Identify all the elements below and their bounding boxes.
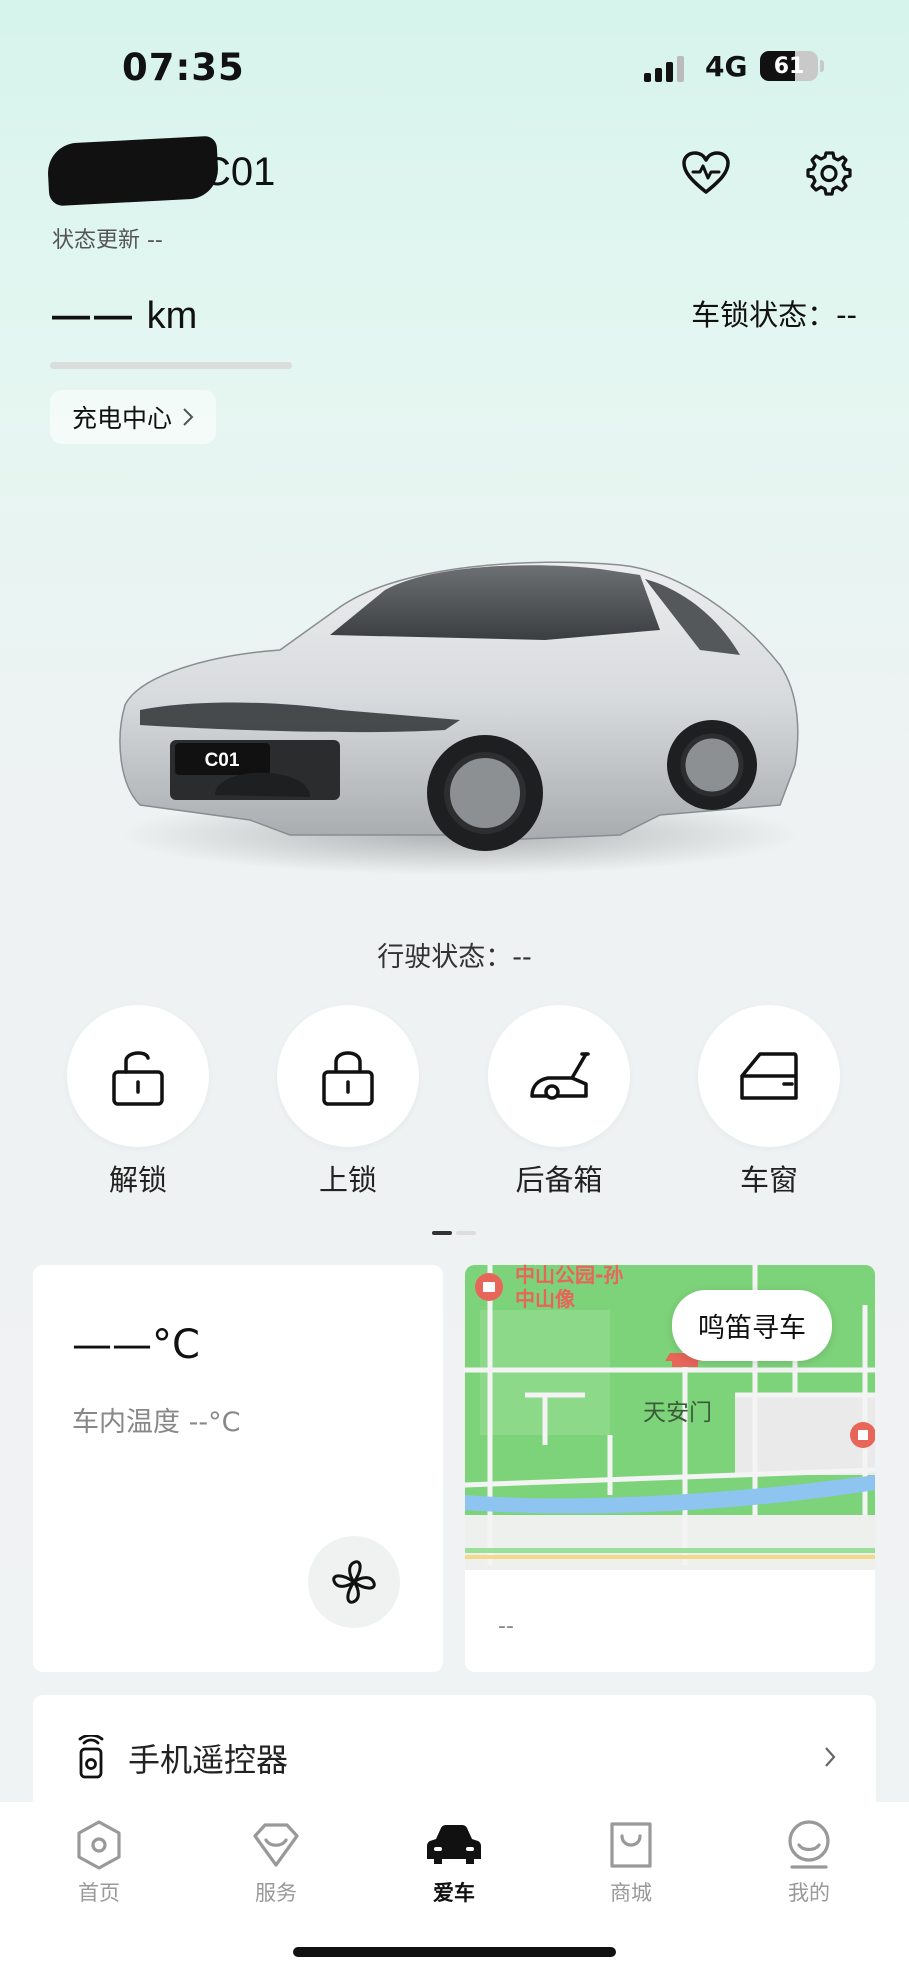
- inside-temperature: 车内温度 --°C: [72, 1407, 241, 1438]
- map-poi-label: 中山公园-孙 中山像: [515, 1263, 623, 1311]
- page-indicator: [432, 1231, 476, 1235]
- tab-profile[interactable]: 我的: [754, 1815, 864, 1907]
- drive-status: 行驶状态：--: [377, 942, 532, 973]
- window-circle: [698, 1005, 840, 1147]
- tab-service[interactable]: 服务: [221, 1815, 331, 1907]
- charge-center-label: 充电中心: [72, 404, 173, 433]
- chevron-right-icon: [825, 1747, 836, 1767]
- home-indicator[interactable]: [293, 1947, 616, 1957]
- remote-control-icon: [78, 1735, 104, 1779]
- trunk-button[interactable]: 后备箱: [488, 1005, 630, 1199]
- status-update: 状态更新 --: [52, 228, 163, 253]
- tab-home-label: 首页: [78, 1881, 120, 1905]
- shopping-bag-icon: [610, 1822, 652, 1868]
- unlock-icon: [112, 1051, 164, 1106]
- trunk-circle: [488, 1005, 630, 1147]
- trunk-icon: [530, 1052, 590, 1100]
- status-time: 07:35: [122, 46, 245, 89]
- fan-icon: [332, 1560, 376, 1604]
- tab-car-label: 爱车: [433, 1881, 475, 1905]
- map-landmark-label: 天安门: [643, 1400, 712, 1426]
- chevron-right-icon: [183, 408, 194, 426]
- range-display: —— km: [52, 295, 197, 338]
- tab-service-label: 服务: [255, 1881, 297, 1905]
- lock-button[interactable]: 上锁: [277, 1005, 419, 1199]
- tab-profile-label: 我的: [788, 1881, 830, 1905]
- map-info-panel: [465, 1570, 875, 1672]
- settings-button[interactable]: [801, 145, 857, 201]
- range-value: ——: [52, 295, 136, 337]
- tab-mall-label: 商城: [610, 1881, 652, 1905]
- car-windshield: [330, 565, 660, 640]
- window-label: 车窗: [739, 1163, 798, 1197]
- license-plate-text: C01: [205, 750, 240, 771]
- trunk-label: 后备箱: [515, 1163, 603, 1197]
- car-icon: [427, 1825, 481, 1864]
- lock-label: 上锁: [318, 1163, 377, 1197]
- heart-pulse-icon: [682, 151, 730, 194]
- gear-icon: [806, 151, 852, 196]
- signal-icon: [644, 54, 684, 82]
- battery-tip: [820, 60, 824, 72]
- car-image: C01: [119, 561, 800, 875]
- network-type: 4G: [705, 50, 748, 83]
- tab-mall[interactable]: 商城: [576, 1815, 686, 1907]
- tab-home[interactable]: 首页: [44, 1815, 154, 1907]
- profile-icon: [788, 1820, 830, 1869]
- page-dot: [456, 1231, 476, 1235]
- range-bar: [50, 362, 292, 369]
- tab-car[interactable]: 爱车: [399, 1815, 509, 1907]
- health-button[interactable]: [678, 145, 734, 201]
- lock-circle: [277, 1005, 419, 1147]
- poi-line-2: 中山像: [515, 1287, 575, 1311]
- battery-icon: 61: [760, 51, 818, 81]
- fan-button[interactable]: [308, 1536, 400, 1628]
- window-icon: [740, 1052, 798, 1100]
- battery-level: 61: [773, 53, 805, 79]
- unlock-circle: [67, 1005, 209, 1147]
- home-hexagon-icon: [77, 1820, 121, 1870]
- unlock-label: 解锁: [108, 1163, 167, 1197]
- window-button[interactable]: 车窗: [698, 1005, 840, 1199]
- lock-status: 车锁状态：--: [691, 298, 857, 332]
- range-unit: km: [146, 295, 198, 337]
- poi-line-1: 中山公园-孙: [515, 1263, 624, 1287]
- rear-rim: [680, 733, 744, 797]
- unlock-button[interactable]: 解锁: [67, 1005, 209, 1199]
- lock-icon: [322, 1051, 374, 1106]
- redaction-mark: [46, 135, 220, 207]
- front-rim: [444, 752, 526, 834]
- map-location-text: --: [498, 1614, 514, 1639]
- service-diamond-icon: [253, 1823, 299, 1867]
- remote-control-label: 手机遥控器: [128, 1741, 289, 1779]
- temperature-value: ——°C: [72, 1322, 200, 1368]
- charge-center-button[interactable]: 充电中心: [50, 390, 217, 444]
- honk-find-car-button[interactable]: 鸣笛寻车: [672, 1290, 832, 1361]
- page-dot-active: [432, 1231, 452, 1235]
